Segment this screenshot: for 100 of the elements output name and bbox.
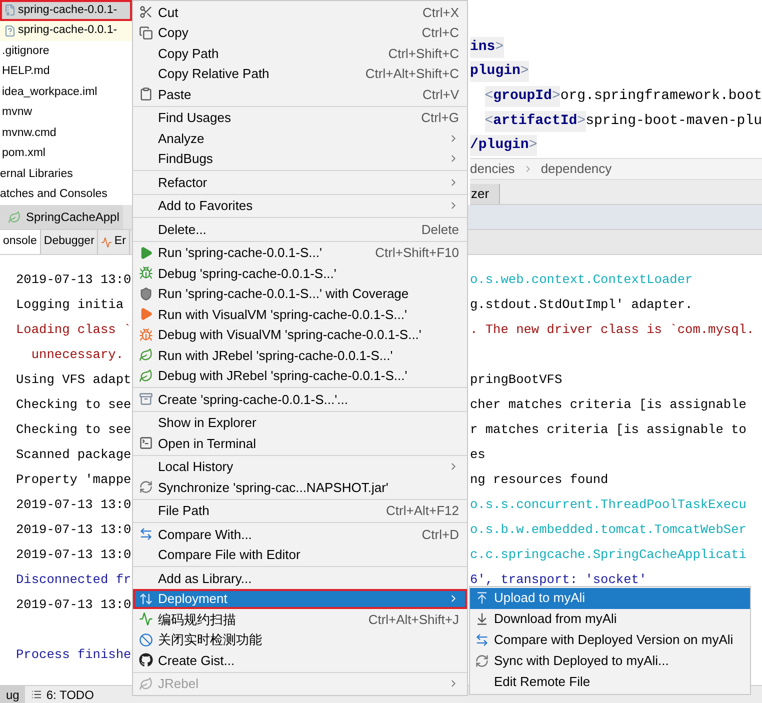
tree-item[interactable]: spring-cache-0.0.1- [0, 20, 132, 41]
archive-file-icon [4, 4, 16, 16]
xml-value: spring-boot-maven-plu [586, 112, 762, 131]
play-icon [138, 307, 152, 322]
console-text: Checking to see [16, 422, 132, 437]
console-text: Using VFS adapt [16, 372, 132, 387]
download-icon [475, 612, 489, 626]
menu-item[interactable]: Copy Relative Path Ctrl+Alt+Shift+C [133, 64, 467, 84]
console-text: o.s.web.context.ContextLoader [470, 272, 693, 287]
compare-arrows-icon [138, 527, 152, 542]
tree-item[interactable]: ernal Libraries [0, 164, 132, 184]
menu-item[interactable]: Paste Ctrl+V [133, 84, 467, 104]
menu-item[interactable]: Analyze [133, 128, 467, 148]
menu-item[interactable]: Add to Favorites [133, 196, 467, 216]
submenu-item[interactable]: Sync with Deployed to myAli... [470, 650, 750, 672]
console-text: Logging initia [16, 296, 124, 312]
menu-item[interactable]: Create 'spring-cache-0.0.1-S...'... [133, 389, 467, 410]
bug-icon [138, 328, 152, 342]
tree-item[interactable]: mvnw [0, 102, 132, 123]
menu-item[interactable]: Run with JRebel 'spring-cache-0.0.1-S...' [133, 345, 467, 366]
xml-tag: groupId [493, 86, 552, 107]
menu-item[interactable]: Open in Terminal [133, 433, 467, 454]
graph-icon [101, 236, 112, 248]
console-text: 2019-07-13 13:0 [16, 522, 132, 537]
xml-tag: plugin [470, 61, 520, 82]
console-text: g.stdout.StdOutImpl' adapter. [470, 296, 693, 312]
xml-tag: ins [470, 36, 496, 58]
menu-item[interactable]: File Path Ctrl+Alt+F12 [133, 500, 467, 521]
menu-item[interactable]: Refactor [133, 172, 467, 192]
tree-item[interactable]: HELP.md [0, 62, 132, 82]
menu-item[interactable]: Deployment [133, 588, 467, 609]
compare-arrows-icon [475, 633, 489, 647]
xml-bracket: > [495, 36, 504, 58]
console-text: Disconnected fr [16, 572, 132, 587]
menu-item[interactable]: Copy Ctrl+C [133, 22, 467, 43]
console-text: cher matches criteria [is assignable [470, 396, 746, 412]
scissors-icon [138, 5, 152, 20]
menu-item[interactable]: FindBugs [133, 148, 467, 169]
up-down-arrows-icon [138, 592, 152, 606]
menu-item[interactable]: Add as Library... [133, 568, 467, 588]
console-text: unnecessary. [30, 346, 124, 362]
console-tab[interactable]: onsole [0, 230, 41, 254]
play-icon [138, 246, 152, 260]
submenu-item[interactable]: Download from myAli [470, 608, 750, 630]
menu-item[interactable]: Compare With... Ctrl+D [133, 524, 467, 544]
pulse-icon [138, 612, 152, 626]
run-tab[interactable]: SpringCacheAppl [0, 205, 124, 229]
breadcrumb-item[interactable]: dependency [540, 159, 612, 179]
tree-item[interactable]: atches and Consoles [0, 184, 132, 205]
tree-item[interactable]: mvnw.cmd [0, 123, 132, 144]
console-text: Process finishe [16, 646, 132, 662]
menu-item[interactable]: 关闭实时检测功能 [133, 630, 467, 650]
refresh-icon [138, 480, 152, 494]
bottom-tab[interactable]: ug [0, 686, 26, 703]
tree-item[interactable]: spring-cache-0.0.1- [0, 0, 132, 20]
breadcrumb-item[interactable]: dencies [470, 159, 515, 179]
menu-item[interactable]: Find Usages Ctrl+G [133, 108, 467, 128]
console-text: Checking to see [16, 396, 132, 412]
copy-icon [138, 26, 152, 40]
menu-item[interactable]: Copy Path Ctrl+Shift+C [133, 43, 467, 64]
menu-item[interactable]: Compare File with Editor [133, 544, 467, 565]
bottom-tab[interactable]: 6: TODO [25, 686, 100, 703]
console-text: 2019-07-13 13:0 [16, 496, 132, 512]
menu-item[interactable]: Run 'spring-cache-0.0.1-S...' Ctrl+Shift+F10 [133, 242, 467, 263]
leaf-icon [138, 368, 152, 383]
menu-item[interactable]: Run 'spring-cache-0.0.1-S...' with Coverage [133, 284, 467, 304]
menu-item[interactable]: Debug 'spring-cache-0.0.1-S...' [133, 263, 467, 284]
tree-item[interactable]: pom.xml [0, 144, 132, 164]
shield-icon [138, 286, 152, 301]
submenu-item[interactable]: Edit Remote File [470, 672, 750, 692]
leaf-icon [138, 676, 152, 691]
menu-item[interactable]: Debug with VisualVM 'spring-cache-0.0.1-S...' [133, 324, 467, 345]
submenu-item[interactable]: Upload to myAli [470, 588, 750, 608]
upload-icon [475, 591, 489, 605]
console-text: Property 'mappe [16, 472, 132, 487]
menu-item[interactable]: Cut Ctrl+X [133, 2, 467, 22]
submenu-item[interactable]: Compare with Deployed Version on myAli [470, 630, 750, 650]
menu-item[interactable]: Create Gist... [133, 650, 467, 670]
menu-item[interactable]: Local History [133, 456, 467, 477]
xml-tag: artifactId [493, 110, 578, 132]
console-text: o.s.b.w.embedded.tomcat.TomcatWebSer [470, 522, 746, 537]
xml-bracket: < [484, 86, 494, 107]
console-text: . The new driver class is `com.mysql. [470, 322, 754, 337]
menu-item[interactable]: Show in Explorer [133, 412, 467, 433]
tree-item[interactable]: .gitignore [0, 41, 132, 62]
tool-tab[interactable]: zer [470, 184, 500, 204]
menu-item[interactable]: 编码规约扫描 Ctrl+Alt+Shift+J [133, 609, 467, 630]
terminal-icon [138, 436, 152, 450]
menu-item[interactable]: Delete... Delete [133, 219, 467, 240]
menu-item[interactable]: Debug with JRebel 'spring-cache-0.0.1-S...' [133, 366, 467, 386]
console-text: r matches criteria [is assignable to [470, 422, 746, 437]
menu-item[interactable]: Synchronize 'spring-cac...NAPSHOT.jar' [133, 477, 467, 498]
list-icon [31, 689, 42, 700]
tree-item[interactable]: idea_workpace.iml [0, 82, 132, 102]
ban-icon [138, 632, 152, 647]
console-text: 2019-07-13 13:0 [16, 546, 132, 562]
console-text: Loading class ` [16, 322, 132, 337]
menu-item[interactable]: Run with VisualVM 'spring-cache-0.0.1-S...' [133, 304, 467, 324]
console-text: 2019-07-13 13:0 [16, 272, 132, 287]
leaf-icon [8, 210, 21, 224]
